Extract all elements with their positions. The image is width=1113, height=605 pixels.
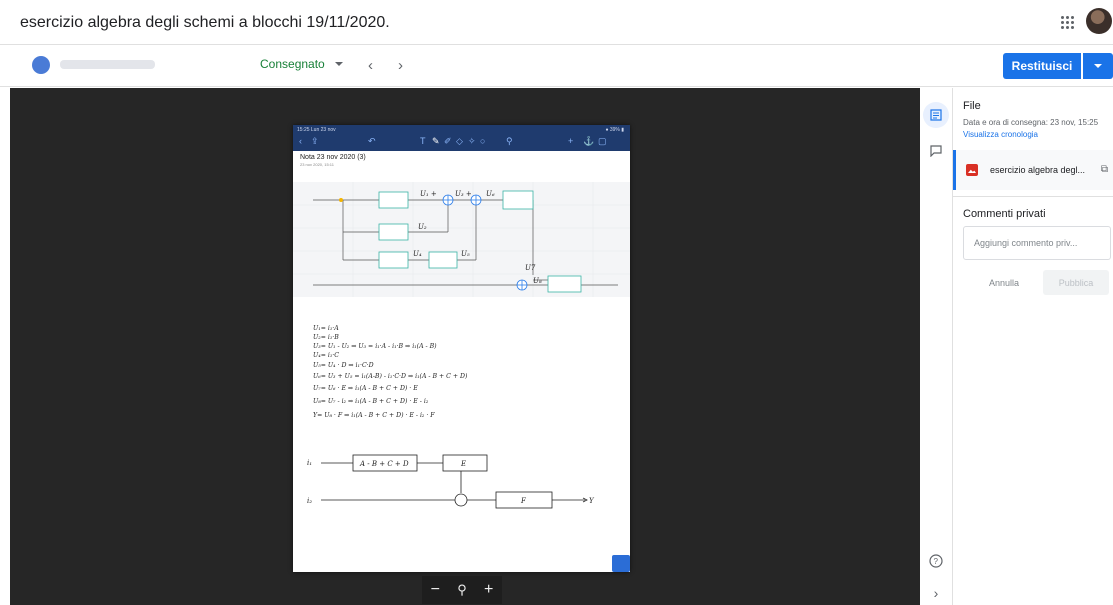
label-u2: U₂ [418, 223, 427, 231]
account-avatar[interactable] [1086, 8, 1112, 34]
grading-toolbar: Consegnato ‹ › [0, 45, 1113, 87]
equations: U₁= i₁·A U₂= i₁·B U₃= U₁ - U₂ ⇒ U₃ = i₁·… [313, 325, 468, 419]
label-u3: U₃ + [455, 190, 472, 198]
side-rail: ? › [920, 88, 953, 605]
label-i1: i₁ [307, 459, 312, 467]
status-dropdown[interactable]: Consegnato [260, 57, 343, 71]
equation-line: U₄= i₁·C [313, 352, 339, 359]
student-name-blurred[interactable] [60, 60, 155, 69]
publish-button[interactable]: Pubblica [1043, 270, 1109, 295]
label-i2: i₂ [307, 497, 312, 505]
output-label: Y [589, 497, 595, 505]
details-panel: File Data e ora di consegna: 23 nov, 15:… [953, 88, 1113, 605]
attachment-card[interactable]: esercizio algebra degl... ⧉ [953, 150, 1113, 190]
label-u8: U₈ [533, 277, 542, 285]
zoom-controls: − ⚲ + [422, 576, 502, 604]
simplified-block-1-label: A - B + C + D [359, 460, 409, 468]
equation-line: U₈= U₇ - i₂ ⇒ i₁(A - B + C + D) · E - i₂ [313, 398, 429, 405]
student-avatar [32, 56, 50, 74]
private-comment-input[interactable]: Aggiungi commento priv... [963, 226, 1111, 260]
top-header: esercizio algebra degli schemi a blocchi… [0, 0, 1113, 45]
view-history-link[interactable]: Visualizza cronologia [963, 130, 1038, 139]
app-root: esercizio algebra degli schemi a blocchi… [0, 0, 1113, 605]
equation-line: U₆= U₃ + U₅ = i₁(A-B) - i₁·C·D ⇒ i₁(A - … [313, 373, 468, 380]
delivery-timestamp: Data e ora di consegna: 23 nov, 15:25 [963, 118, 1099, 127]
zoom-in-button[interactable]: + [484, 581, 493, 599]
previous-student-button[interactable]: ‹ [368, 57, 373, 74]
return-options-button[interactable] [1083, 53, 1113, 79]
equation-line: U₃= U₁ - U₂ ⇒ U₃ = i₁·A - i₁·B ⇒ i₁(A - … [313, 343, 437, 350]
equation-line: U₁= i₁·A [313, 325, 339, 332]
page-zoom-icon [612, 555, 630, 572]
document-page[interactable]: 15:25 Lun 23 nov ● 39% ▮ ‹ ⇪ ↶ T ✎ ✐ ◇ ✧… [293, 125, 630, 572]
label-u4: U₄ [413, 250, 422, 258]
equation-line: U₂= i₁·B [313, 334, 339, 341]
label-u1: U₁ + [420, 190, 437, 198]
comment-icon [930, 145, 942, 157]
block-e [502, 190, 534, 210]
return-button[interactable]: Restituisci [1003, 53, 1081, 79]
chevron-down-icon [1094, 64, 1102, 68]
document-icon [930, 109, 942, 121]
simplified-block-e-label: E [460, 460, 466, 468]
block-d [428, 251, 458, 269]
expand-panel-button[interactable]: › [923, 580, 949, 605]
equation-line: U₅= U₄ · D ⇒ i₁·C·D [313, 362, 374, 369]
comments-tab-button[interactable] [923, 138, 949, 164]
files-heading: File [963, 100, 981, 112]
private-comments-heading: Commenti privati [963, 208, 1046, 220]
input-node [339, 198, 343, 202]
cancel-button[interactable]: Annulla [989, 278, 1019, 288]
simplified-block-f-label: F [520, 497, 527, 505]
label-u5: U₅ [461, 250, 470, 258]
block-b [378, 223, 409, 241]
help-button[interactable]: ? [923, 548, 949, 574]
chevron-down-icon [334, 62, 343, 66]
block-a [378, 191, 409, 209]
open-external-icon[interactable]: ⧉ [1101, 164, 1108, 175]
note-drawing: U₁ + U₃ + U₆ U₂ U₄ U₅ U7 U₈ U₁= i₁·A U₂=… [293, 182, 630, 572]
svg-text:?: ? [934, 557, 939, 566]
attachment-name: esercizio algebra degl... [990, 165, 1086, 175]
zoom-out-button[interactable]: − [431, 581, 440, 599]
equation-line: U₇= U₆ · E ⇒ i₁(A - B + C + D) · E [313, 385, 418, 392]
divider [953, 196, 1113, 197]
label-u6: U₆ [486, 190, 495, 198]
zoom-icon: ⚲ [457, 582, 467, 597]
block-c [378, 251, 409, 269]
files-tab-button[interactable] [923, 102, 949, 128]
help-icon: ? [929, 554, 943, 568]
apps-grid-icon[interactable] [1061, 16, 1075, 30]
equation-line: Y= U₈ · F ⇒ i₁(A - B + C + D) · E - i₂ ·… [313, 412, 435, 419]
label-u7: U7 [525, 264, 536, 272]
next-student-button[interactable]: › [398, 57, 403, 74]
status-label: Consegnato [260, 57, 325, 71]
image-file-icon [966, 164, 978, 176]
simplified-summing-node [454, 493, 468, 507]
assignment-title: esercizio algebra degli schemi a blocchi… [20, 14, 390, 31]
block-f [547, 275, 582, 293]
chevron-right-icon: › [933, 585, 939, 601]
